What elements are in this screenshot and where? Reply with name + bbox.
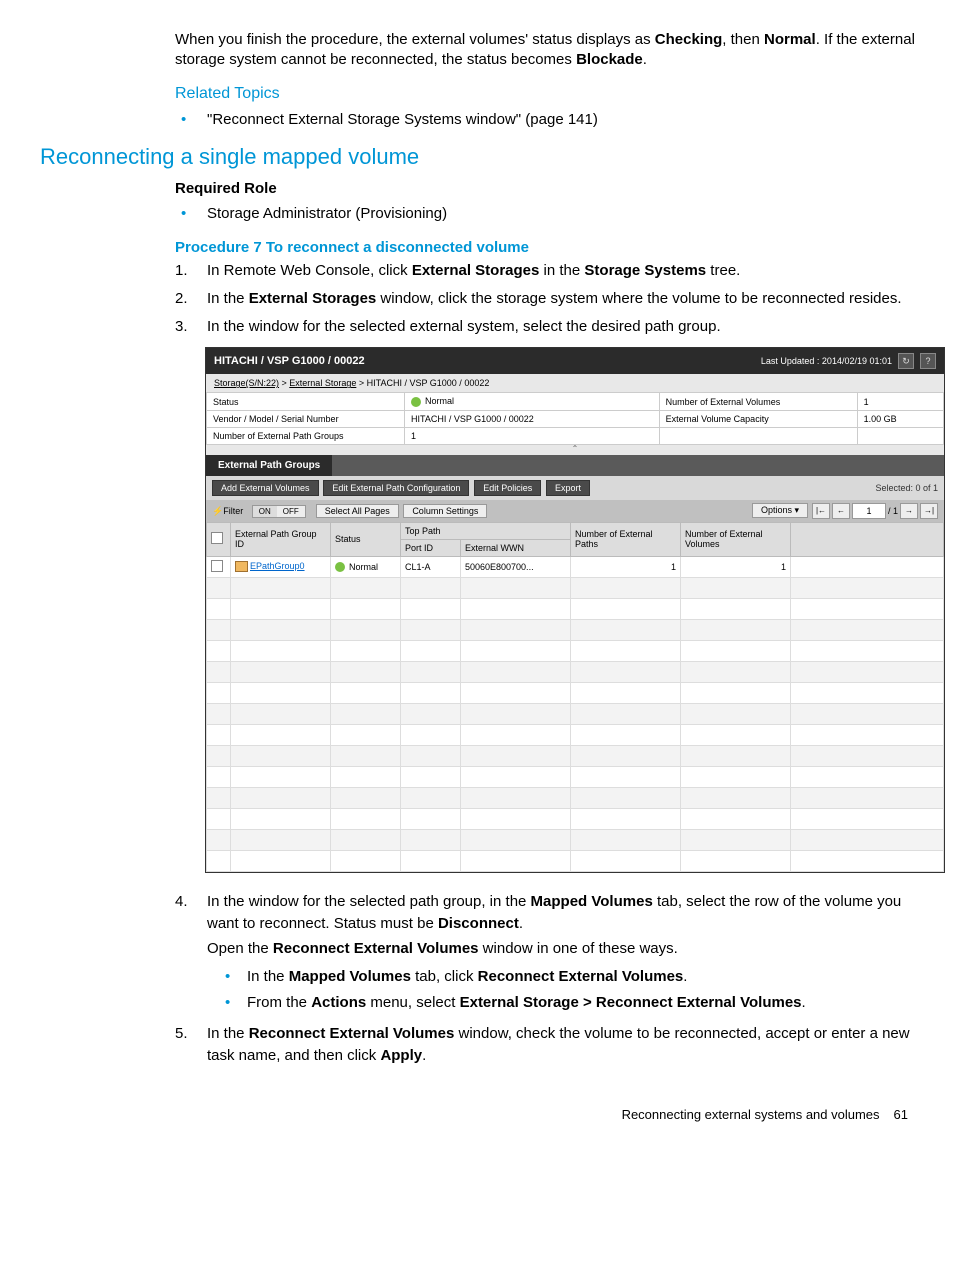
breadcrumb-storage[interactable]: Storage(S/N:22) — [214, 378, 279, 388]
path-groups-table: External Path Group ID Status Top Path N… — [206, 522, 944, 872]
breadcrumb-current: HITACHI / VSP G1000 / 00022 — [367, 378, 490, 388]
tab-external-path-groups[interactable]: External Path Groups — [206, 455, 332, 476]
select-all-checkbox[interactable] — [211, 532, 223, 544]
status-dot-icon — [335, 562, 345, 572]
required-role-heading: Required Role — [175, 180, 934, 197]
section-heading: Reconnecting a single mapped volume — [40, 144, 934, 170]
path-group-link[interactable]: EPathGroup0 — [250, 561, 305, 571]
select-all-pages-button[interactable]: Select All Pages — [316, 504, 399, 518]
step-1: In Remote Web Console, click External St… — [175, 260, 934, 282]
refresh-icon[interactable]: ↻ — [898, 353, 914, 369]
procedure-heading: Procedure 7 To reconnect a disconnected … — [175, 239, 934, 256]
step-5: In the Reconnect External Volumes window… — [175, 1023, 934, 1067]
related-topics-heading: Related Topics — [175, 85, 934, 103]
edit-policies-button[interactable]: Edit Policies — [474, 480, 541, 496]
window-title: HITACHI / VSP G1000 / 00022 — [214, 355, 365, 367]
filter-label: ⚡Filter — [212, 506, 243, 516]
page-prev-icon[interactable]: ← — [832, 503, 850, 519]
page-last-icon[interactable]: →| — [920, 503, 938, 519]
footer-text: Reconnecting external systems and volume… — [622, 1107, 880, 1122]
filter-toggle[interactable]: ONOFF — [252, 505, 306, 518]
related-topic-link[interactable]: "Reconnect External Storage Systems wind… — [207, 111, 598, 128]
step-2: In the External Storages window, click t… — [175, 288, 934, 310]
options-dropdown[interactable]: Options ▾ — [752, 503, 808, 518]
status-dot-icon — [411, 397, 421, 407]
help-icon[interactable]: ? — [920, 353, 936, 369]
intro-paragraph: When you finish the procedure, the exter… — [175, 30, 934, 71]
step-3: In the window for the selected external … — [175, 316, 934, 338]
selected-count: Selected: 0 of 1 — [875, 483, 938, 493]
row-checkbox[interactable] — [211, 560, 223, 572]
page-current-input[interactable] — [852, 503, 886, 519]
export-button[interactable]: Export — [546, 480, 590, 496]
page-next-icon[interactable]: → — [900, 503, 918, 519]
page-first-icon[interactable]: |← — [812, 503, 830, 519]
breadcrumb: Storage(S/N:22) > External Storage > HIT… — [206, 374, 944, 392]
last-updated-label: Last Updated : 2014/02/19 01:01 — [761, 356, 892, 366]
edit-path-config-button[interactable]: Edit External Path Configuration — [323, 480, 469, 496]
column-settings-button[interactable]: Column Settings — [403, 504, 487, 518]
required-role-item: Storage Administrator (Provisioning) — [175, 203, 934, 225]
breadcrumb-external[interactable]: External Storage — [289, 378, 356, 388]
path-group-icon — [235, 561, 248, 572]
step-4: In the window for the selected path grou… — [175, 891, 934, 1015]
console-screenshot: HITACHI / VSP G1000 / 00022 Last Updated… — [205, 347, 945, 873]
page-number: 61 — [894, 1107, 908, 1122]
table-row[interactable]: EPathGroup0 Normal CL1-A 50060E800700...… — [207, 556, 944, 577]
add-external-volumes-button[interactable]: Add External Volumes — [212, 480, 319, 496]
summary-table: Status Normal Number of External Volumes… — [206, 392, 944, 445]
page-total: / 1 — [888, 506, 898, 516]
collapse-handle-icon[interactable] — [206, 445, 944, 455]
